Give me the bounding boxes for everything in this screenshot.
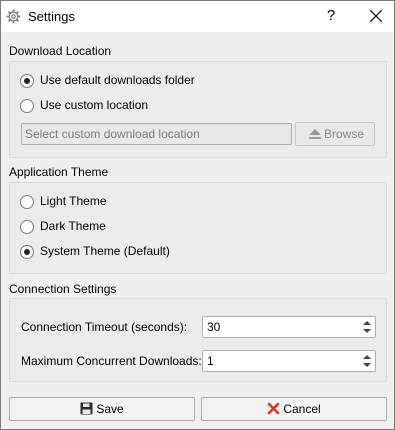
browse-label: Browse — [324, 127, 365, 141]
application-theme-title: Application Theme — [9, 165, 109, 179]
radio-selected-dot — [24, 78, 30, 84]
max-downloads-label: Maximum Concurrent Downloads: — [21, 354, 202, 368]
radio-selected-dot — [24, 249, 30, 255]
save-label: Save — [96, 402, 124, 416]
settings-dialog: Settings ? Download Location Use default… — [0, 0, 395, 430]
browse-button[interactable]: Browse — [295, 122, 375, 146]
up-down-arrows-icon[interactable] — [362, 319, 372, 335]
timeout-label: Connection Timeout (seconds): — [21, 320, 188, 334]
radio-circle — [20, 220, 34, 234]
title-bar: Settings ? — [1, 1, 394, 32]
radio-label: Dark Theme — [40, 219, 106, 233]
radio-label: System Theme (Default) — [40, 244, 170, 258]
eject-icon — [309, 129, 321, 139]
connection-settings-group: Connection Timeout (seconds): 30 Maximum… — [9, 298, 387, 382]
download-location-group: Use default downloads folder Use custom … — [9, 61, 387, 158]
timeout-spinbox[interactable]: 30 — [202, 316, 376, 338]
close-icon[interactable] — [365, 5, 387, 27]
download-location-title: Download Location — [9, 44, 112, 58]
window-title: Settings — [28, 9, 75, 24]
radio-circle — [20, 99, 34, 113]
max-downloads-value: 1 — [207, 354, 214, 368]
timeout-value: 30 — [207, 320, 221, 334]
application-theme-group: Light Theme Dark Theme System Theme (Def… — [9, 182, 387, 274]
gear-icon — [6, 9, 21, 24]
help-button[interactable]: ? — [320, 5, 342, 27]
save-button[interactable]: Save — [9, 397, 195, 421]
radio-label: Use default downloads folder — [40, 73, 195, 87]
radio-label: Light Theme — [40, 194, 107, 208]
red-x-icon — [268, 402, 280, 415]
custom-location-input[interactable]: Select custom download location — [21, 123, 292, 145]
floppy-disk-icon — [80, 402, 93, 415]
cancel-button[interactable]: Cancel — [201, 397, 387, 421]
up-down-arrows-icon[interactable] — [362, 353, 372, 369]
radio-label: Use custom location — [40, 98, 149, 112]
connection-settings-title: Connection Settings — [9, 282, 117, 296]
radio-circle — [20, 245, 34, 259]
max-downloads-spinbox[interactable]: 1 — [202, 350, 376, 372]
cancel-label: Cancel — [283, 402, 321, 416]
radio-circle — [20, 74, 34, 88]
radio-circle — [20, 195, 34, 209]
